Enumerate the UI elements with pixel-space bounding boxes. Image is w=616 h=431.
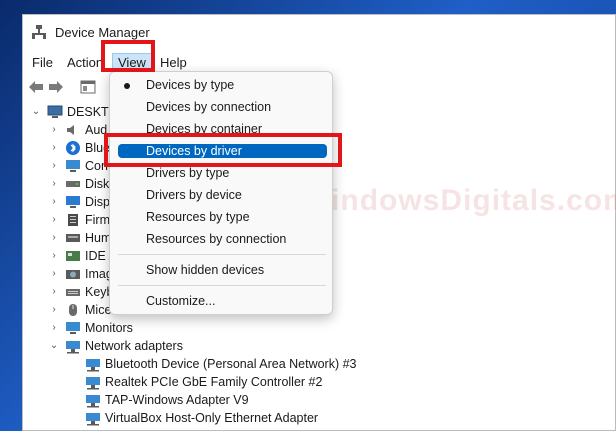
menu-item-drivers-by-type[interactable]: Drivers by type	[146, 166, 229, 180]
category-label: Disk	[85, 177, 110, 191]
device-label: TAP-Windows Adapter V9	[105, 393, 249, 407]
menu-item-resources-by-connection[interactable]: Resources by connection	[146, 232, 286, 246]
checked-bullet-icon	[124, 83, 130, 89]
chevron-right-icon[interactable]: ›	[49, 139, 59, 157]
category-label: Disp	[85, 195, 111, 209]
menu-item-devices-by-type[interactable]: Devices by type	[146, 78, 234, 92]
menu-item-resources-by-type[interactable]: Resources by type	[146, 210, 250, 224]
network-adapter-icon	[86, 395, 100, 408]
bluetooth-icon	[66, 141, 80, 155]
mouse-icon	[69, 304, 77, 316]
device-label: VirtualBox Host-Only Ethernet Adapter	[105, 411, 319, 425]
category-label: Monitors	[85, 321, 133, 335]
menu-item-devices-by-connection[interactable]: Devices by connection	[146, 100, 271, 114]
chevron-right-icon[interactable]: ›	[49, 211, 59, 229]
menu-help[interactable]: Help	[154, 53, 193, 72]
menu-item-customize[interactable]: Customize...	[146, 294, 215, 308]
chevron-down-icon[interactable]: ⌄	[31, 103, 41, 121]
chevron-right-icon[interactable]: ›	[49, 175, 59, 193]
hid-icon	[66, 234, 80, 242]
monitor-icon	[66, 322, 80, 334]
forward-arrow-icon[interactable]	[47, 78, 65, 96]
category-label: Network adapters	[85, 339, 183, 353]
chevron-right-icon[interactable]: ›	[49, 265, 59, 283]
display-adapter-icon	[66, 196, 80, 208]
computer-icon	[47, 105, 63, 118]
chevron-right-icon[interactable]: ›	[49, 157, 59, 175]
network-adapter-icon	[66, 341, 80, 354]
menu-item-drivers-by-device[interactable]: Drivers by device	[146, 188, 242, 202]
back-arrow-icon[interactable]	[27, 78, 45, 96]
chevron-down-icon[interactable]: ⌄	[49, 337, 59, 355]
chevron-right-icon[interactable]: ›	[49, 247, 59, 265]
network-adapter-icon	[86, 413, 100, 426]
chevron-right-icon[interactable]: ›	[49, 301, 59, 319]
chevron-right-icon[interactable]: ›	[49, 319, 59, 337]
annotation-box-devices-by-driver	[104, 133, 342, 167]
network-adapter-icon	[86, 359, 100, 372]
device-manager-icon	[32, 25, 46, 39]
speaker-icon	[67, 125, 74, 135]
category-label: Firm	[85, 213, 110, 227]
view-dropdown-menu: Devices by type Devices by connection De…	[109, 71, 333, 315]
annotation-box-view-menu	[101, 40, 155, 72]
device-label: Realtek PCIe GbE Family Controller #2	[105, 375, 323, 389]
category-label: Hum	[85, 231, 112, 245]
device-label: Bluetooth Device (Personal Area Network)…	[105, 357, 357, 371]
disk-drive-icon	[66, 181, 80, 187]
firmware-icon	[68, 214, 78, 226]
menu-separator	[118, 285, 326, 286]
category-label: Mice	[85, 303, 112, 317]
monitor-icon	[66, 160, 80, 172]
window-title: Device Manager	[55, 25, 150, 40]
menu-file[interactable]: File	[26, 53, 59, 72]
keyboard-icon	[66, 289, 80, 296]
chevron-right-icon[interactable]: ›	[49, 229, 59, 247]
properties-icon[interactable]	[79, 78, 97, 96]
chevron-right-icon[interactable]: ›	[49, 121, 59, 139]
menu-separator	[118, 254, 326, 255]
chevron-right-icon[interactable]: ›	[49, 283, 59, 301]
ide-controller-icon	[66, 251, 80, 261]
watermark-text: WindowsDigitals.com	[302, 184, 616, 217]
chevron-right-icon[interactable]: ›	[49, 193, 59, 211]
camera-icon	[66, 270, 80, 279]
menu-item-show-hidden-devices[interactable]: Show hidden devices	[146, 263, 264, 277]
network-adapter-icon	[86, 377, 100, 390]
